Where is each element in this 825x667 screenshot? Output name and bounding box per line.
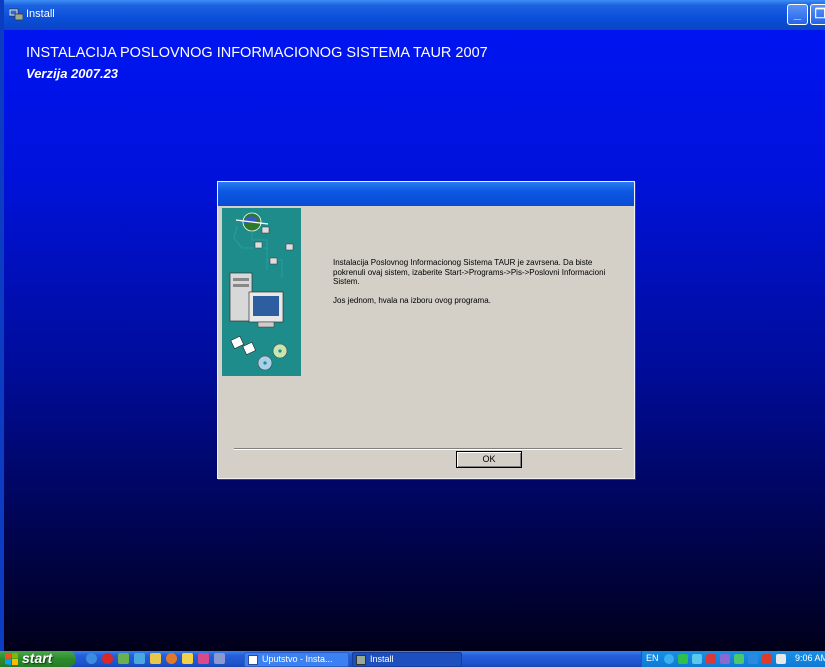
completion-message: Instalacija Poslovnog Informacionog Sist… <box>333 258 606 286</box>
document-icon <box>248 655 258 665</box>
install-app-icon <box>356 655 366 665</box>
network-lines <box>233 225 283 278</box>
window-titlebar[interactable]: Install _ ❐ <box>4 0 825 30</box>
update-icon[interactable] <box>748 654 758 664</box>
folder-icon[interactable] <box>150 653 161 664</box>
dialog-illustration <box>222 208 301 376</box>
language-indicator[interactable]: EN <box>646 653 659 663</box>
window-title: Install <box>26 8 55 20</box>
cd-disc-icon <box>257 343 288 371</box>
ok-button[interactable]: OK <box>456 451 522 468</box>
ie-icon[interactable] <box>86 653 97 664</box>
firefox-icon[interactable] <box>166 653 177 664</box>
media-icon[interactable] <box>134 653 145 664</box>
start-button[interactable]: start <box>0 650 76 667</box>
explorer-icon[interactable] <box>182 653 193 664</box>
dialog-message: Instalacija Poslovnog Informacionog Sist… <box>333 258 623 314</box>
clock[interactable]: 9:06 AM <box>795 653 825 663</box>
windows-flag-icon <box>5 653 18 665</box>
restore-button[interactable]: ❐ <box>810 4 825 25</box>
task-label: Uputstvo - Insta... <box>262 654 333 664</box>
app-icon[interactable] <box>214 653 225 664</box>
security-icon[interactable] <box>706 654 716 664</box>
app-icon[interactable] <box>776 654 786 664</box>
network-icon[interactable] <box>734 654 744 664</box>
antivirus-icon[interactable] <box>762 654 772 664</box>
install-window: Install _ ❐ INSTALACIJA POSLOVNOG INFORM… <box>0 0 825 651</box>
install-app-icon <box>9 8 23 21</box>
start-label: start <box>22 650 53 666</box>
task-install[interactable]: Install <box>352 652 462 667</box>
desktop-computer-icon <box>229 272 284 328</box>
back-icon[interactable] <box>664 654 674 664</box>
opera-icon[interactable] <box>102 653 113 664</box>
word-icon[interactable] <box>198 653 209 664</box>
system-tray: EN 9:06 AM <box>641 651 825 667</box>
minimize-icon: _ <box>793 6 802 21</box>
sound-icon[interactable] <box>720 654 730 664</box>
thank-you-message: Jos jednom, hvala na izboru ovog program… <box>333 295 491 305</box>
dialog-separator <box>234 448 622 450</box>
installer-version: Verzija 2007.23 <box>26 66 119 81</box>
dialog-titlebar[interactable] <box>218 182 634 206</box>
floppy-disk-icon <box>230 335 257 356</box>
network-icon[interactable] <box>692 654 702 664</box>
installer-heading: INSTALACIJA POSLOVNOG INFORMACIONOG SIST… <box>26 45 488 61</box>
network-icon[interactable] <box>118 653 129 664</box>
minimize-button[interactable]: _ <box>787 4 808 25</box>
task-uputstvo[interactable]: Uputstvo - Insta... <box>244 652 349 667</box>
taskbar: start Uputstvo - Insta... Install EN 9:0… <box>0 650 825 667</box>
restore-icon: ❐ <box>814 6 825 21</box>
play-icon[interactable] <box>678 654 688 664</box>
task-label: Install <box>370 654 394 664</box>
completion-dialog: Instalacija Poslovnog Informacionog Sist… <box>217 181 635 479</box>
network-computer-icon <box>254 226 294 265</box>
